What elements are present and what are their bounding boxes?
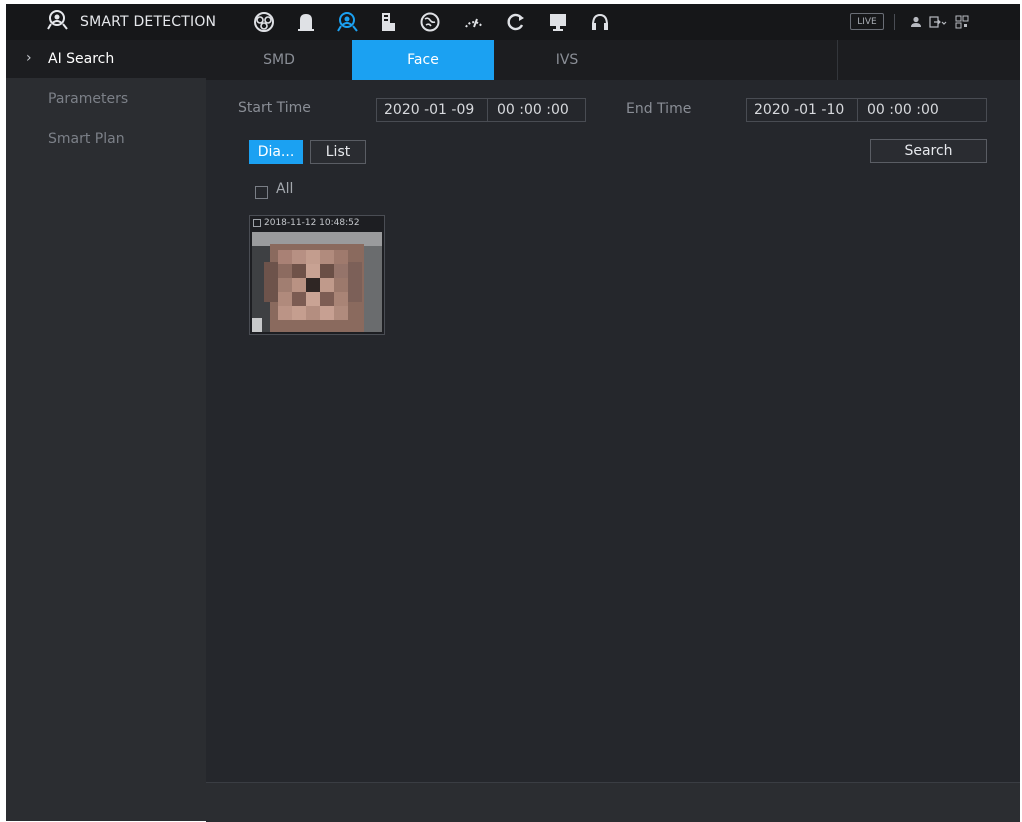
status-bar [206, 782, 1020, 822]
sidebar-item-label: Parameters [48, 91, 129, 107]
page-title: SMART DETECTION [80, 14, 217, 30]
network-icon[interactable] [418, 11, 442, 33]
alarm-icon[interactable] [294, 11, 318, 33]
field-divider [487, 99, 488, 121]
sidebar-item-label: AI Search [48, 51, 115, 67]
display-icon[interactable] [546, 11, 570, 33]
result-timestamp: 2018-11-12 10:48:52 [253, 218, 360, 228]
face-image [252, 232, 382, 332]
divider [894, 14, 895, 30]
app-window: SMART DETECTION LIVE › AI Search Paramet… [6, 4, 1020, 822]
sidebar-item-parameters[interactable]: Parameters [6, 80, 206, 118]
smart-detection-icon [46, 9, 70, 35]
start-time-value[interactable]: 00 :00 :00 [497, 102, 569, 118]
search-button[interactable]: Search [870, 139, 987, 163]
sidebar: › AI Search Parameters Smart Plan [6, 40, 206, 821]
performance-icon[interactable] [462, 11, 486, 33]
start-date-value[interactable]: 2020 -01 -09 [384, 102, 474, 118]
tab-bar: SMD Face IVS [206, 40, 1020, 80]
camera-icon[interactable] [252, 11, 276, 33]
maintenance-icon[interactable] [504, 11, 528, 33]
start-time-label: Start Time [238, 100, 311, 116]
end-time-field[interactable]: 2020 -01 -10 00 :00 :00 [746, 98, 987, 122]
diagram-view-button[interactable]: Dia... [249, 140, 303, 164]
storage-icon[interactable] [376, 11, 400, 33]
tab-ivs[interactable]: IVS [496, 40, 638, 80]
qrcode-icon[interactable] [950, 11, 974, 33]
start-time-field[interactable]: 2020 -01 -09 00 :00 :00 [376, 98, 586, 122]
result-checkbox[interactable] [253, 219, 261, 227]
tab-smd[interactable]: SMD [208, 40, 350, 80]
face-result-card[interactable]: 2018-11-12 10:48:52 [249, 215, 385, 335]
end-time-label: End Time [626, 101, 692, 117]
logout-icon[interactable] [926, 11, 950, 33]
select-all-checkbox[interactable] [255, 186, 268, 199]
sidebar-item-smart-plan[interactable]: Smart Plan [6, 120, 206, 158]
top-bar: SMART DETECTION LIVE [6, 4, 1020, 40]
tab-face[interactable]: Face [352, 40, 494, 80]
tab-divider [837, 40, 838, 80]
ai-icon[interactable] [336, 11, 360, 33]
sidebar-item-label: Smart Plan [48, 131, 125, 147]
sidebar-item-ai-search[interactable]: › AI Search [6, 40, 206, 78]
user-icon[interactable] [904, 11, 928, 33]
list-view-button[interactable]: List [310, 140, 366, 164]
result-timestamp-text: 2018-11-12 10:48:52 [264, 218, 360, 228]
chevron-right-icon: › [26, 50, 32, 66]
field-divider [857, 99, 858, 121]
audio-icon[interactable] [588, 11, 612, 33]
end-date-value[interactable]: 2020 -01 -10 [754, 102, 844, 118]
end-time-value[interactable]: 00 :00 :00 [867, 102, 939, 118]
select-all-label: All [276, 181, 294, 197]
brand: SMART DETECTION [46, 4, 216, 40]
live-button[interactable]: LIVE [850, 13, 884, 30]
